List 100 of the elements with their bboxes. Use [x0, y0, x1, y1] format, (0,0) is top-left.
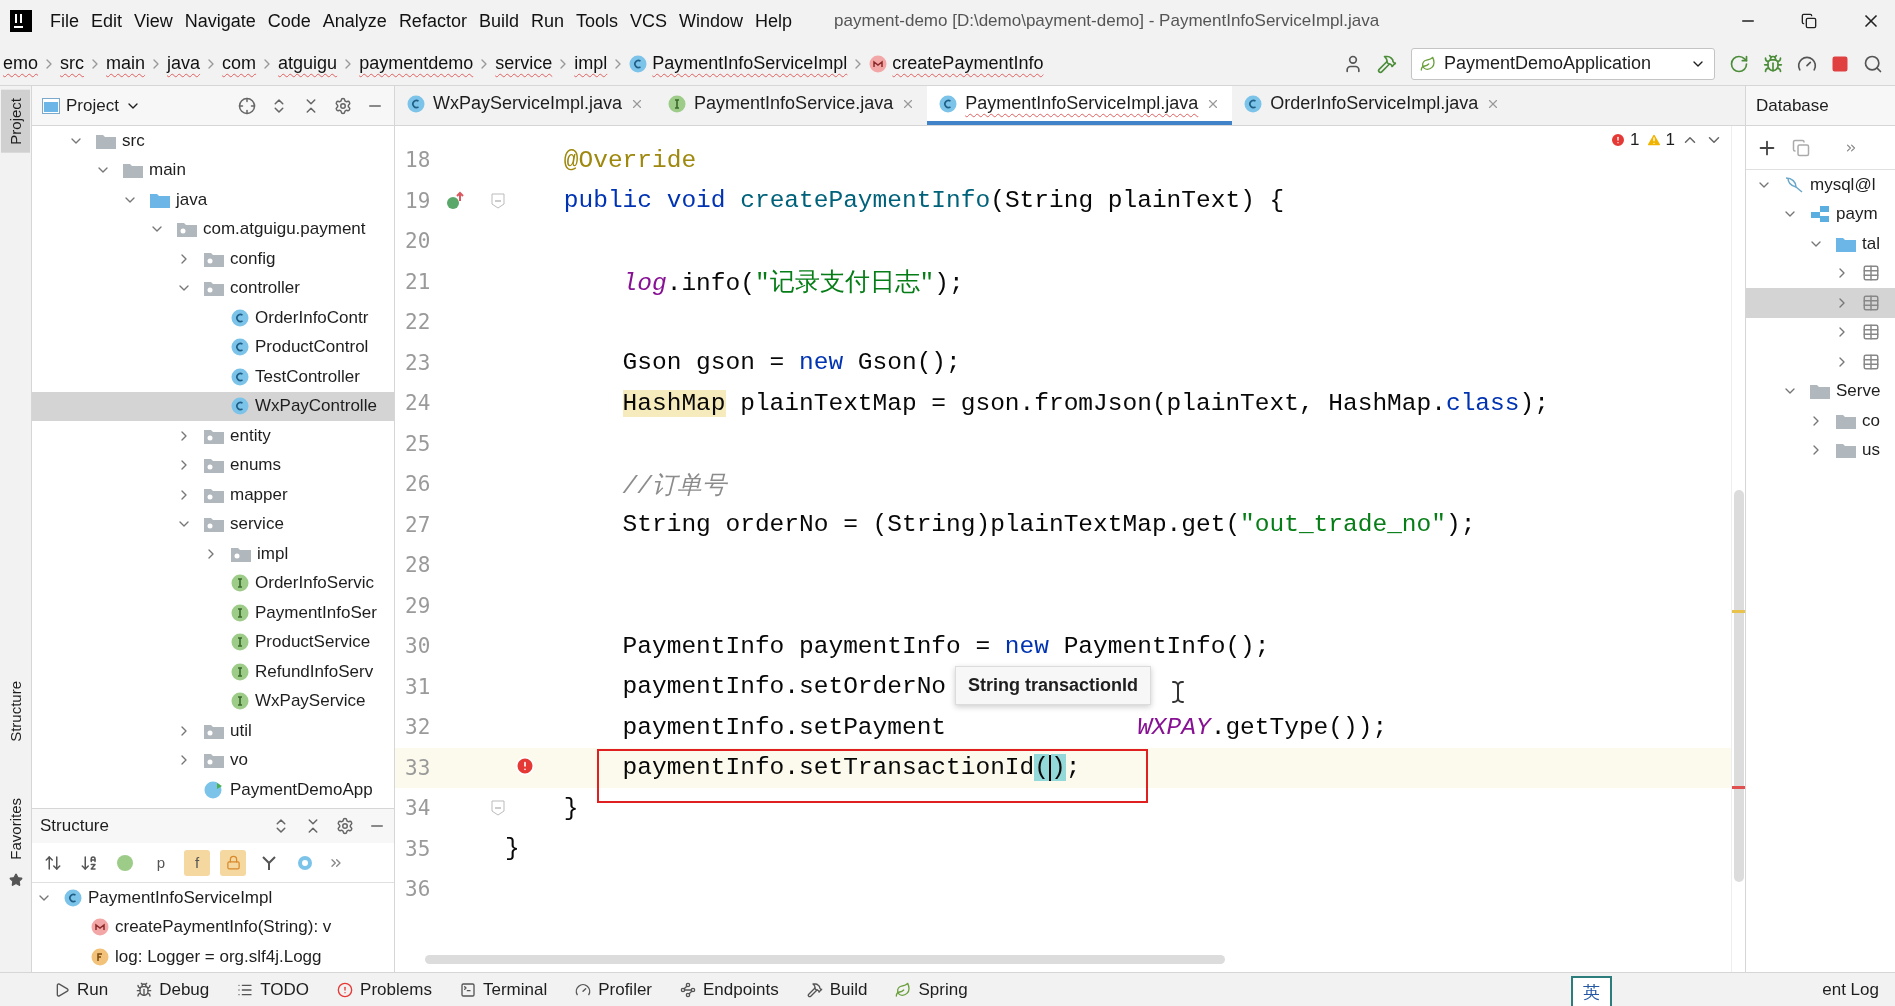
menu-item[interactable]: Run	[524, 10, 570, 32]
breadcrumb-item[interactable]: paymentdemo	[356, 53, 477, 74]
breadcrumb-item[interactable]: emo	[0, 53, 41, 74]
fold-marker-icon[interactable]	[491, 800, 505, 817]
tree-item[interactable]: TestController	[32, 362, 394, 392]
error-bulb-icon[interactable]	[515, 755, 535, 776]
tree-item[interactable]: PaymentInfoServiceImpl	[32, 883, 394, 913]
menu-item[interactable]: Refactor	[392, 10, 473, 32]
menu-item[interactable]: Edit	[85, 10, 129, 32]
breadcrumb-item[interactable]: com	[219, 53, 260, 74]
tool-window-button[interactable]: Build	[792, 979, 882, 1000]
editor-tab[interactable]: PaymentInfoServiceImpl.java	[927, 86, 1233, 125]
menu-item[interactable]: Build	[472, 10, 525, 32]
menu-item[interactable]: Analyze	[316, 10, 393, 32]
menu-item[interactable]: Tools	[569, 10, 624, 32]
editor-tab[interactable]: OrderInfoServiceImpl.java	[1232, 86, 1513, 125]
user-icon[interactable]	[1343, 53, 1363, 74]
settings-icon[interactable]	[334, 96, 352, 115]
tree-item[interactable]: RefundInfoServ	[32, 657, 394, 687]
tree-item[interactable]: com.atguigu.payment	[32, 214, 394, 244]
hammer-icon[interactable]	[1377, 53, 1397, 74]
field-icon	[91, 947, 109, 966]
tool-window-tab[interactable]: Project	[1, 90, 30, 153]
tool-window-button[interactable]: Problems	[323, 979, 446, 1000]
tree-item[interactable]: tal	[1746, 229, 1895, 259]
tree-item[interactable]: WxPayControlle	[32, 391, 394, 421]
tree-item[interactable]: entity	[32, 421, 394, 451]
tree-item[interactable]: java	[32, 185, 394, 215]
tree-item[interactable]: main	[32, 155, 394, 185]
line-number: 33	[404, 755, 432, 780]
fold-marker-icon[interactable]	[491, 192, 505, 209]
menu-item[interactable]: File	[44, 10, 85, 32]
editor-tab[interactable]: WxPayServiceImpl.java	[395, 86, 657, 125]
package-icon	[204, 516, 224, 533]
tree-item[interactable]: vo	[32, 745, 394, 775]
breadcrumb-item[interactable]: PaymentInfoServiceImpl	[626, 53, 851, 74]
menu-item[interactable]: Code	[261, 10, 317, 32]
locate-icon[interactable]	[238, 96, 256, 115]
tree-item[interactable]: Serve	[1746, 376, 1895, 406]
interface-icon	[231, 574, 249, 593]
menu-item[interactable]: Window	[673, 10, 750, 32]
tree-item[interactable]: paym	[1746, 199, 1895, 229]
filter-toggle[interactable]: f	[184, 849, 210, 876]
tree-item[interactable]: src	[32, 126, 394, 156]
tree-item[interactable]: enums	[32, 450, 394, 480]
input-method-indicator[interactable]: 英	[1571, 976, 1612, 1006]
tool-window-button[interactable]: Profiler	[561, 979, 667, 1000]
error-count[interactable]: 1	[1610, 130, 1640, 150]
tool-window-button[interactable]: TODO	[223, 979, 324, 1000]
tree-item[interactable]: createPaymentInfo(String): v	[32, 912, 394, 942]
tree-item[interactable]: PaymentDemoApp	[32, 775, 394, 805]
stop-icon[interactable]	[1831, 54, 1849, 73]
tool-window-tab[interactable]: Favorites	[1, 789, 30, 868]
copy-icon[interactable]	[1792, 138, 1810, 157]
tree-item[interactable]: ProductControl	[32, 332, 394, 362]
breadcrumb-item[interactable]: createPaymentInfo	[866, 53, 1047, 74]
breadcrumb-item[interactable]: main	[103, 53, 149, 74]
tool-window-button[interactable]: Spring	[881, 979, 982, 1000]
tree-item[interactable]: mapper	[32, 480, 394, 510]
override-gutter-icon[interactable]	[445, 190, 465, 211]
tree-item[interactable]: OrderInfoContr	[32, 303, 394, 333]
tool-window-button[interactable]: Terminal	[445, 979, 562, 1000]
tree-item[interactable]: WxPayService	[32, 686, 394, 716]
tool-window-button[interactable]: Run	[40, 979, 123, 1000]
menu-item[interactable]: VCS	[624, 10, 673, 32]
filter-toggle[interactable]	[220, 849, 246, 876]
tree-item[interactable]: mysql@l	[1746, 170, 1895, 200]
breadcrumb-item[interactable]: service	[492, 53, 556, 74]
tree-item[interactable]: util	[32, 716, 394, 746]
bug-icon[interactable]	[1763, 53, 1783, 74]
run-configuration-dropdown[interactable]: PaymentDemoApplication	[1411, 47, 1715, 80]
menu-item[interactable]: View	[128, 10, 179, 32]
tree-item[interactable]: service	[32, 509, 394, 539]
tool-window-button[interactable]: ent Log	[1822, 979, 1895, 1000]
tree-item[interactable]: us	[1746, 435, 1895, 465]
warning-count[interactable]: 1	[1645, 130, 1675, 150]
settings-icon[interactable]	[336, 817, 354, 835]
breadcrumb-item[interactable]: impl	[571, 53, 611, 74]
line-number: 21	[404, 269, 432, 294]
breadcrumb-item[interactable]: java	[164, 53, 204, 74]
breadcrumb-item[interactable]: atguigu	[275, 53, 341, 74]
restore-icon[interactable]	[1801, 13, 1817, 29]
menu-item[interactable]: Help	[749, 10, 799, 32]
tree-item[interactable]: OrderInfoServic	[32, 568, 394, 598]
tree-item[interactable]: config	[32, 244, 394, 274]
tree-item[interactable]: controller	[32, 273, 394, 303]
tree-item[interactable]: impl	[32, 539, 394, 569]
tree-item[interactable]: co	[1746, 406, 1895, 436]
tool-window-button[interactable]: Endpoints	[666, 979, 793, 1000]
breadcrumb-item[interactable]: src	[57, 53, 87, 74]
tree-item[interactable]: PaymentInfoSer	[32, 598, 394, 628]
filter-toggle[interactable]: p	[148, 849, 174, 876]
rerun-icon[interactable]	[1729, 53, 1749, 74]
search-icon[interactable]	[1863, 53, 1883, 74]
tree-item[interactable]: ProductService	[32, 627, 394, 657]
tool-window-tab[interactable]: Structure	[1, 672, 30, 750]
tool-window-button[interactable]: Debug	[122, 979, 224, 1000]
menu-item[interactable]: Navigate	[178, 10, 262, 32]
editor-tab[interactable]: PaymentInfoService.java	[656, 86, 928, 125]
tree-item[interactable]: log: Logger = org.slf4j.Logg	[32, 942, 394, 972]
